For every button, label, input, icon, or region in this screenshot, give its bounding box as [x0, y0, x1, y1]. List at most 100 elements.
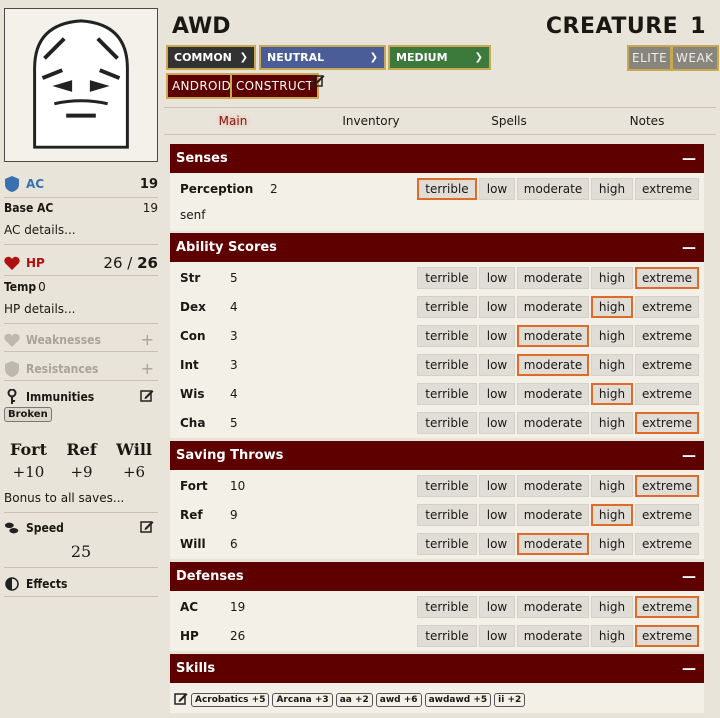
row-value[interactable]: 3: [230, 329, 238, 343]
option-terrible[interactable]: terrible: [417, 324, 477, 347]
option-low[interactable]: low: [479, 595, 515, 618]
section-header-senses[interactable]: Senses —: [170, 144, 704, 173]
option-high[interactable]: high: [591, 382, 633, 405]
save-ref[interactable]: Ref +9: [66, 440, 96, 481]
option-high[interactable]: high: [591, 295, 633, 318]
option-moderate[interactable]: moderate: [517, 532, 589, 555]
option-high[interactable]: high: [591, 532, 633, 555]
option-extreme[interactable]: extreme: [635, 353, 699, 376]
option-high[interactable]: high: [591, 266, 633, 289]
collapse-icon[interactable]: —: [682, 661, 696, 677]
option-high[interactable]: high: [591, 411, 633, 434]
row-value[interactable]: 9: [230, 508, 238, 522]
option-moderate[interactable]: moderate: [517, 595, 589, 618]
row-value[interactable]: 26: [230, 629, 245, 643]
skill-tag[interactable]: ii +2: [494, 692, 526, 707]
senses-text[interactable]: senf: [180, 208, 205, 222]
option-low[interactable]: low: [479, 382, 515, 405]
option-moderate[interactable]: moderate: [517, 266, 589, 289]
temp-value[interactable]: 0: [38, 280, 46, 294]
section-header-saves[interactable]: Saving Throws —: [170, 441, 704, 470]
option-terrible[interactable]: terrible: [417, 382, 477, 405]
add-resistance-icon[interactable]: +: [141, 359, 154, 378]
edit-traits-icon[interactable]: [311, 73, 325, 90]
option-terrible[interactable]: terrible: [417, 266, 477, 289]
section-header-skills[interactable]: Skills —: [170, 654, 704, 683]
option-moderate[interactable]: moderate: [517, 177, 589, 200]
option-terrible[interactable]: terrible: [417, 353, 477, 376]
row-value[interactable]: 2: [270, 182, 278, 196]
creature-name[interactable]: AWD: [172, 14, 231, 39]
option-extreme[interactable]: extreme: [635, 295, 699, 318]
hp-details[interactable]: HP details...: [4, 302, 158, 316]
option-extreme[interactable]: extreme: [635, 503, 699, 526]
save-will[interactable]: Will +6: [116, 440, 152, 481]
option-low[interactable]: low: [479, 353, 515, 376]
tab-notes[interactable]: Notes: [578, 108, 716, 134]
skill-tag[interactable]: Arcana +3: [272, 692, 333, 707]
option-low[interactable]: low: [479, 532, 515, 555]
base-ac-value[interactable]: 19: [143, 201, 158, 215]
skill-tag[interactable]: aa +2: [335, 692, 373, 707]
tab-main[interactable]: Main: [164, 108, 302, 134]
option-moderate[interactable]: moderate: [517, 324, 589, 347]
rarity-select[interactable]: COMMON ❯: [166, 45, 256, 70]
row-value[interactable]: 3: [230, 358, 238, 372]
option-moderate[interactable]: moderate: [517, 624, 589, 647]
option-extreme[interactable]: extreme: [635, 324, 699, 347]
option-low[interactable]: low: [479, 295, 515, 318]
section-header-abilities[interactable]: Ability Scores —: [170, 233, 704, 262]
skill-tag[interactable]: Acrobatics +5: [191, 692, 270, 707]
trait-tag[interactable]: CONSTRUCT: [230, 73, 320, 99]
row-value[interactable]: 6: [230, 537, 238, 551]
size-select[interactable]: MEDIUM ❯: [388, 45, 491, 70]
tab-inventory[interactable]: Inventory: [302, 108, 440, 134]
row-value[interactable]: 4: [230, 387, 238, 401]
option-moderate[interactable]: moderate: [517, 353, 589, 376]
option-high[interactable]: high: [591, 474, 633, 497]
option-terrible[interactable]: terrible: [417, 503, 477, 526]
option-high[interactable]: high: [591, 624, 633, 647]
option-low[interactable]: low: [479, 474, 515, 497]
edit-speed-icon[interactable]: [140, 519, 154, 536]
ac-details[interactable]: AC details...: [4, 223, 158, 237]
edit-skills-icon[interactable]: [174, 691, 188, 708]
add-weakness-icon[interactable]: +: [141, 330, 154, 349]
row-value[interactable]: 4: [230, 300, 238, 314]
option-terrible[interactable]: terrible: [417, 532, 477, 555]
option-terrible[interactable]: terrible: [417, 411, 477, 434]
alignment-select[interactable]: NEUTRAL ❯: [259, 45, 386, 70]
save-fort[interactable]: Fort +10: [10, 440, 47, 481]
row-value[interactable]: 10: [230, 479, 245, 493]
trait-tag[interactable]: ANDROID: [166, 73, 238, 99]
option-terrible[interactable]: terrible: [417, 624, 477, 647]
option-terrible[interactable]: terrible: [417, 295, 477, 318]
option-moderate[interactable]: moderate: [517, 503, 589, 526]
elite-button[interactable]: ELITE: [627, 45, 673, 71]
row-value[interactable]: 5: [230, 416, 238, 430]
save-bonus[interactable]: Bonus to all saves...: [4, 491, 158, 505]
option-low[interactable]: low: [479, 503, 515, 526]
collapse-icon[interactable]: —: [682, 448, 696, 464]
option-low[interactable]: low: [479, 411, 515, 434]
option-moderate[interactable]: moderate: [517, 295, 589, 318]
option-terrible[interactable]: terrible: [417, 474, 477, 497]
row-value[interactable]: 19: [230, 600, 245, 614]
option-low[interactable]: low: [479, 624, 515, 647]
option-low[interactable]: low: [479, 177, 515, 200]
option-low[interactable]: low: [479, 266, 515, 289]
option-moderate[interactable]: moderate: [517, 411, 589, 434]
collapse-icon[interactable]: —: [682, 240, 696, 256]
option-terrible[interactable]: terrible: [417, 595, 477, 618]
tab-spells[interactable]: Spells: [440, 108, 578, 134]
section-header-defenses[interactable]: Defenses —: [170, 562, 704, 591]
skill-tag[interactable]: awd +6: [375, 692, 422, 707]
weak-button[interactable]: WEAK: [671, 45, 719, 71]
option-extreme[interactable]: extreme: [635, 532, 699, 555]
effects-row[interactable]: Effects: [4, 576, 158, 592]
skill-tag[interactable]: awdawd +5: [424, 692, 492, 707]
row-value[interactable]: 5: [230, 271, 238, 285]
option-high[interactable]: high: [591, 353, 633, 376]
collapse-icon[interactable]: —: [682, 151, 696, 167]
option-high[interactable]: high: [591, 503, 633, 526]
